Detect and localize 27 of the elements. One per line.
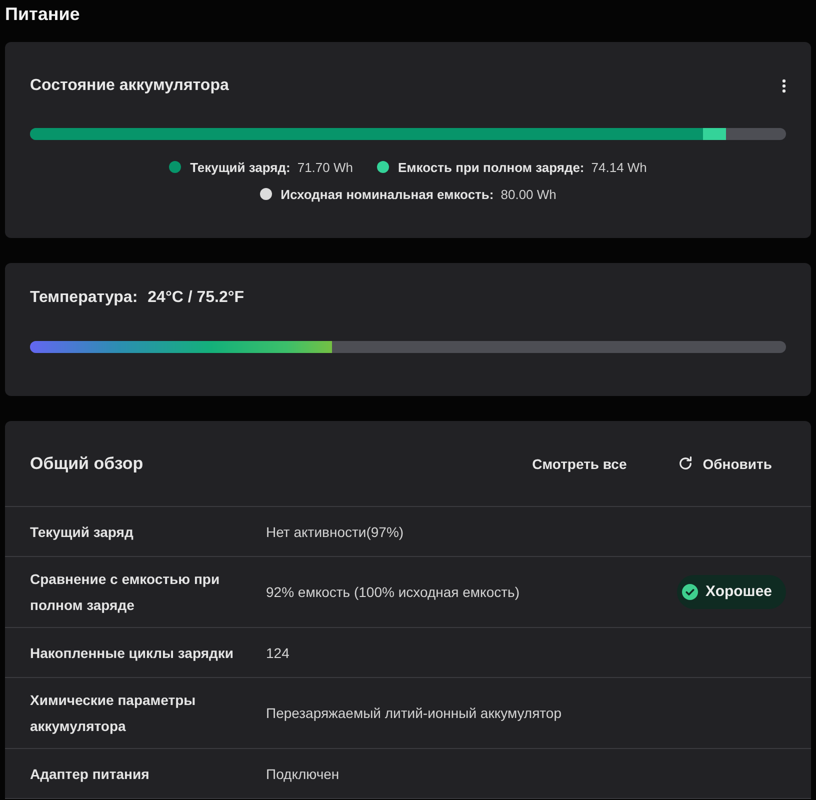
row-value: Подключен (266, 766, 340, 782)
refresh-icon (678, 456, 693, 471)
page-title: Питание (5, 4, 80, 24)
temperature-label: Температура: (30, 289, 138, 307)
row-label: Адаптер питания (30, 766, 150, 782)
card-title: Состояние аккумулятора (30, 77, 229, 95)
check-circle-icon (682, 584, 698, 600)
row-label: Сравнение с емкостью при полном заряде (30, 571, 220, 613)
row-value: 124 (266, 644, 290, 660)
legend-label: Емкость при полном заряде: (398, 160, 584, 174)
row-label: Накопленные циклы зарядки (30, 644, 234, 660)
card-title: Общий обзор (30, 454, 144, 474)
legend-value: 80.00 Wh (500, 186, 556, 202)
status-label: Хорошее (706, 582, 772, 602)
row-label: Текущий заряд (30, 524, 134, 540)
refresh-button[interactable]: Обновить (666, 448, 784, 480)
row-value: 92% емкость (100% исходная емкость) (266, 584, 520, 600)
row-value: Перезаряжаемый литий-ионный аккумулятор (266, 705, 562, 721)
row-value: Нет активности(97%) (266, 524, 404, 540)
legend-value: 74.14 Wh (591, 160, 647, 174)
legend-value: 71.70 Wh (297, 160, 353, 174)
legend-label: Текущий заряд: (190, 160, 290, 174)
more-options-icon[interactable] (782, 79, 786, 93)
temperature-value: 24°C / 75.2°F (148, 289, 244, 307)
legend-label: Исходная номинальная емкость: (280, 186, 494, 202)
row-label: Химические параметры аккумулятора (30, 692, 196, 734)
view-all-button[interactable]: Смотреть все (520, 448, 639, 480)
